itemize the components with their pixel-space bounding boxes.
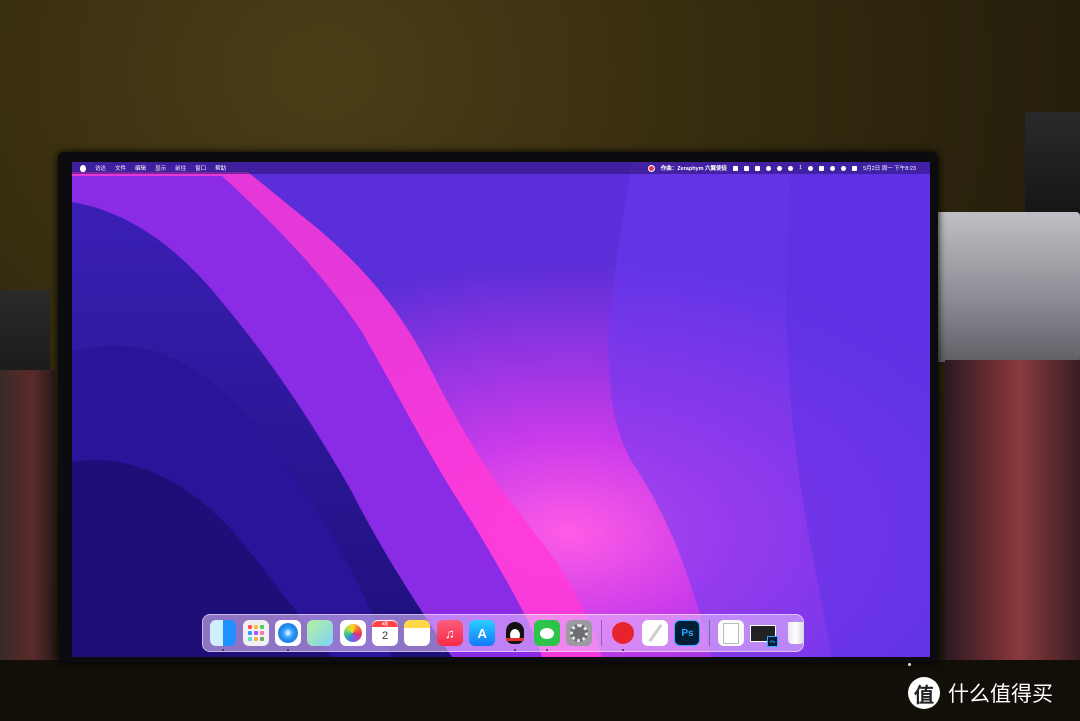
app-store-icon[interactable]: A <box>469 620 496 646</box>
search-icon[interactable] <box>841 165 847 171</box>
background-object-left <box>0 290 50 370</box>
dock-separator <box>600 620 602 646</box>
wechat-icon[interactable] <box>533 620 560 651</box>
wifi-icon[interactable] <box>830 165 836 171</box>
wechat-menu-icon[interactable] <box>788 165 794 171</box>
safari-icon[interactable] <box>274 620 301 651</box>
menu-finder[interactable]: 访达 <box>95 164 106 172</box>
photoshop-mini-icon: Ps <box>767 635 779 647</box>
settings-icon[interactable] <box>566 620 593 646</box>
menu-edit[interactable]: 编辑 <box>135 164 146 172</box>
notes-icon[interactable] <box>404 620 431 646</box>
launchpad-icon[interactable] <box>242 620 269 646</box>
menu-window[interactable]: 窗口 <box>195 164 206 172</box>
apple-menu-icon[interactable] <box>80 164 86 172</box>
background-equipment <box>1025 112 1080 217</box>
next-track-icon[interactable] <box>755 165 761 171</box>
now-playing-text[interactable]: 作曲：Zeraphym 六翼使徒 <box>661 164 727 172</box>
control-center-icon[interactable] <box>852 165 858 171</box>
finder-icon[interactable] <box>210 620 237 651</box>
watermark-text: 什么值得买 <box>948 682 1053 706</box>
netease-music-icon[interactable] <box>610 620 636 651</box>
menu-file[interactable]: 文件 <box>115 164 126 172</box>
photoshop-icon[interactable]: Ps <box>674 620 701 646</box>
calendar-icon[interactable]: 5月 2 <box>372 620 399 646</box>
document-icon[interactable] <box>717 620 744 646</box>
music-icon[interactable]: ♫ <box>436 620 463 646</box>
menu-view[interactable]: 显示 <box>155 164 166 172</box>
photos-icon[interactable] <box>339 620 366 646</box>
maps-icon[interactable] <box>307 620 334 646</box>
music-app-status-icon[interactable] <box>647 164 655 172</box>
dock: 5月 2 ♫ A Ps Ps <box>202 614 804 652</box>
menu-go[interactable]: 前往 <box>175 164 186 172</box>
monitor-power-led <box>908 663 911 666</box>
watermark-logo: 值 <box>908 677 940 709</box>
screenshot-stack-icon[interactable]: Ps <box>750 620 779 647</box>
menu-clock[interactable]: 5月2日 周一 下午8:23 <box>863 164 916 172</box>
pause-icon[interactable] <box>744 165 750 171</box>
display-icon[interactable] <box>819 165 825 171</box>
previous-track-icon[interactable] <box>733 165 739 171</box>
desktop-screen: 访达 文件 编辑 显示 前往 窗口 帮助 作曲：Zeraphym 六翼使徒 1 … <box>72 162 930 657</box>
menu-bar: 访达 文件 编辑 显示 前往 窗口 帮助 作曲：Zeraphym 六翼使徒 1 … <box>72 162 930 174</box>
status-circle-icon[interactable] <box>777 165 783 171</box>
trash-icon[interactable] <box>783 620 809 646</box>
dock-separator <box>708 620 710 646</box>
calendar-day: 2 <box>382 630 389 642</box>
record-icon[interactable] <box>808 165 814 171</box>
wallpaper <box>72 162 930 657</box>
background-mac-studio <box>935 212 1080 362</box>
watermark: 值 什么值得买 <box>908 677 1053 709</box>
qq-icon[interactable] <box>502 620 528 651</box>
heart-icon[interactable] <box>766 165 772 171</box>
menu-help[interactable]: 帮助 <box>215 164 226 172</box>
pencil-icon[interactable] <box>642 620 669 646</box>
wechat-badge: 1 <box>799 165 803 171</box>
